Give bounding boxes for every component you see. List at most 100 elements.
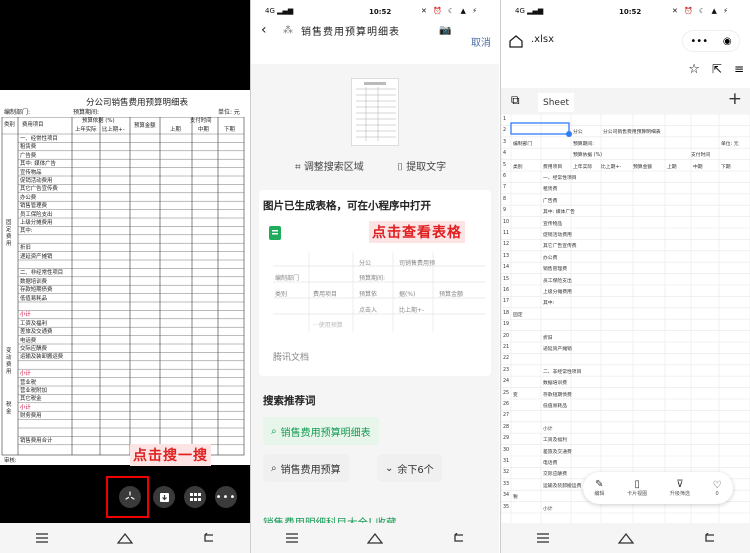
sheet-tab[interactable]: Sheet — [538, 93, 574, 112]
sheet-cell[interactable]: 10 — [503, 220, 509, 225]
sheet-cell[interactable]: 小计 — [543, 505, 553, 512]
sheet-cell[interactable]: 差旅及交通费 — [543, 448, 572, 455]
sheet-cell[interactable]: 上级分摊费用 — [543, 288, 572, 295]
capsule-menu[interactable]: ••• ◉ — [682, 30, 740, 52]
sheet-cell[interactable]: 8 — [503, 197, 506, 202]
sheet-cell[interactable]: 16 — [503, 288, 509, 293]
sheet-cell[interactable]: 预算金额 — [633, 163, 652, 170]
sheet-cell[interactable]: 24 — [503, 379, 509, 384]
sheet-cell[interactable]: 11 — [503, 231, 509, 236]
sheet-cell[interactable]: 32 — [503, 470, 509, 475]
sheet-cell[interactable]: 15 — [503, 277, 509, 282]
grid-button[interactable] — [184, 486, 206, 508]
sheet-cell[interactable]: 运输及装卸搬运费 — [543, 482, 581, 489]
sheet-cell[interactable]: 1 — [503, 117, 506, 122]
sheet-cell[interactable]: 22 — [503, 356, 509, 361]
more-icon[interactable]: ••• — [690, 36, 708, 47]
sheet-cell[interactable]: 12 — [503, 242, 509, 247]
sheet-cell[interactable]: 工资及福利 — [543, 436, 567, 443]
back-icon[interactable] — [443, 528, 473, 548]
back-icon[interactable] — [193, 528, 223, 548]
menu-icon[interactable]: ≡ — [734, 62, 744, 77]
star-icon[interactable]: ☆ — [688, 62, 700, 77]
sheet-cell[interactable]: 27 — [503, 413, 509, 418]
sheet-cell[interactable]: 26 — [503, 402, 509, 407]
add-sheet-icon[interactable]: + — [728, 89, 742, 109]
sheet-cell[interactable]: 二、非经常性项目 — [543, 368, 581, 375]
home-icon[interactable] — [509, 33, 523, 52]
sheet-cell[interactable]: 递延资产摊销 — [543, 345, 572, 352]
sheet-cell[interactable]: 低值易耗品 — [543, 402, 567, 409]
sheet-cell[interactable]: 广告费 — [543, 197, 557, 204]
menu-icon[interactable] — [277, 528, 307, 548]
layers-icon[interactable]: ⧉ — [511, 93, 520, 108]
filter-button[interactable]: ⊽ 升级筛选 — [670, 479, 690, 497]
sheet-cell[interactable]: 17 — [503, 299, 509, 304]
sheet-cell[interactable]: 下期 — [721, 163, 731, 170]
share-icon[interactable]: ⇱ — [712, 62, 722, 77]
search-icon-button[interactable] — [119, 486, 141, 508]
search-image-thumbnail[interactable] — [351, 78, 399, 146]
like-button[interactable]: ♡ 0 — [713, 480, 722, 497]
save-button[interactable] — [153, 486, 175, 508]
sheet-cell[interactable]: 变 — [513, 391, 518, 398]
sheet-cell[interactable]: 其中: 媒体广告 — [543, 208, 575, 215]
sheet-cell[interactable]: 30 — [503, 448, 509, 453]
sheet-cell[interactable]: 固定 — [513, 311, 523, 318]
recommend-chip[interactable]: ⌕ 销售费用预算明细表 — [263, 417, 379, 445]
sheet-cell[interactable]: 小计 — [543, 425, 553, 432]
sheet-cell[interactable]: 交际应酬费 — [543, 470, 567, 477]
sheet-cell[interactable]: 25 — [503, 391, 509, 396]
recommend-chip[interactable]: ⌕ 销售费用预算 — [263, 454, 349, 482]
sheet-cell[interactable]: 编制部门 — [513, 140, 532, 147]
adjust-area-button[interactable]: ⌗ 调整搜索区域 — [295, 158, 364, 173]
camera-icon[interactable]: 📷 — [439, 25, 451, 36]
sheet-cell[interactable]: 销售管理费 — [543, 265, 567, 272]
home-icon[interactable] — [110, 528, 140, 548]
sheet-cell[interactable]: 34 — [503, 493, 509, 498]
sheet-cell[interactable]: 费用项目 — [543, 163, 562, 170]
sheet-cell[interactable]: 分公 — [573, 128, 583, 135]
sheet-cell[interactable]: 20 — [503, 334, 509, 339]
search-query[interactable]: 销售费用预算明细表 — [301, 23, 400, 38]
sheet-cell[interactable]: 宣传物品 — [543, 220, 562, 227]
sheet-cell[interactable]: 电话费 — [543, 459, 557, 466]
back-icon[interactable] — [694, 528, 724, 548]
menu-icon[interactable] — [27, 528, 57, 548]
cancel-button[interactable]: 取消 — [471, 34, 491, 49]
sheet-cell[interactable]: 33 — [503, 482, 509, 487]
sheet-cell[interactable]: 数据培训费 — [543, 379, 567, 386]
sheet-grid[interactable]: 1 2 3 4 5 6 7 8 9 10 11 12 13 14 15 16 17 18 19 20 21 22 23 24 2… — [501, 113, 750, 524]
close-icon[interactable]: ◉ — [723, 36, 732, 47]
sheet-cell[interactable]: 支付时间 — [691, 151, 710, 158]
sheet-cell[interactable]: 21 — [503, 345, 509, 350]
back-arrow-icon[interactable]: ‹ — [261, 22, 267, 38]
sheet-cell[interactable]: 上期 — [667, 163, 677, 170]
sheet-cell[interactable]: 比上期+- — [601, 163, 621, 170]
sheet-cell[interactable]: 折旧 — [543, 334, 553, 341]
card-view-button[interactable]: ▯ 卡片视图 — [627, 479, 647, 497]
sheet-cell[interactable]: 18 — [503, 311, 509, 316]
sheet-cell[interactable]: 上年实际 — [573, 163, 592, 170]
sheet-cell[interactable]: 28 — [503, 425, 509, 430]
home-icon[interactable] — [360, 528, 390, 548]
sheet-cell[interactable]: 存款短期债费 — [543, 391, 572, 398]
sheet-cell[interactable]: 租赁费 — [543, 185, 557, 192]
sheet-cell[interactable]: 员工保险支出 — [543, 277, 572, 284]
extract-text-button[interactable]: ⌷ 提取文字 — [397, 158, 446, 173]
sheet-cell[interactable]: 一、经常性项目 — [543, 174, 577, 181]
sheet-cell[interactable]: 6 — [503, 174, 506, 179]
sheet-cell[interactable]: 13 — [503, 254, 509, 259]
sheet-cell[interactable]: 分公司销售费用预算明细表 — [603, 128, 661, 135]
sheet-cell[interactable]: 9 — [503, 208, 506, 213]
sheet-cell[interactable]: 其中: — [543, 299, 554, 306]
sheet-cell[interactable]: 类别 — [513, 163, 523, 170]
menu-icon[interactable] — [528, 528, 558, 548]
sheet-cell[interactable]: 预算依据 (%) — [573, 151, 602, 158]
sheet-cell[interactable]: 中期 — [693, 163, 703, 170]
sheet-cell[interactable]: 预算期间: — [573, 140, 594, 147]
sheet-cell[interactable]: 税 — [513, 493, 518, 500]
table-result-card[interactable]: 图片已生成表格，可在小程序中打开 点击查看表格 分公 司销售费用预 编制部门 预… — [259, 190, 491, 376]
sheet-cell[interactable]: 2 — [503, 128, 506, 133]
sheet-cell[interactable]: 19 — [503, 322, 509, 327]
